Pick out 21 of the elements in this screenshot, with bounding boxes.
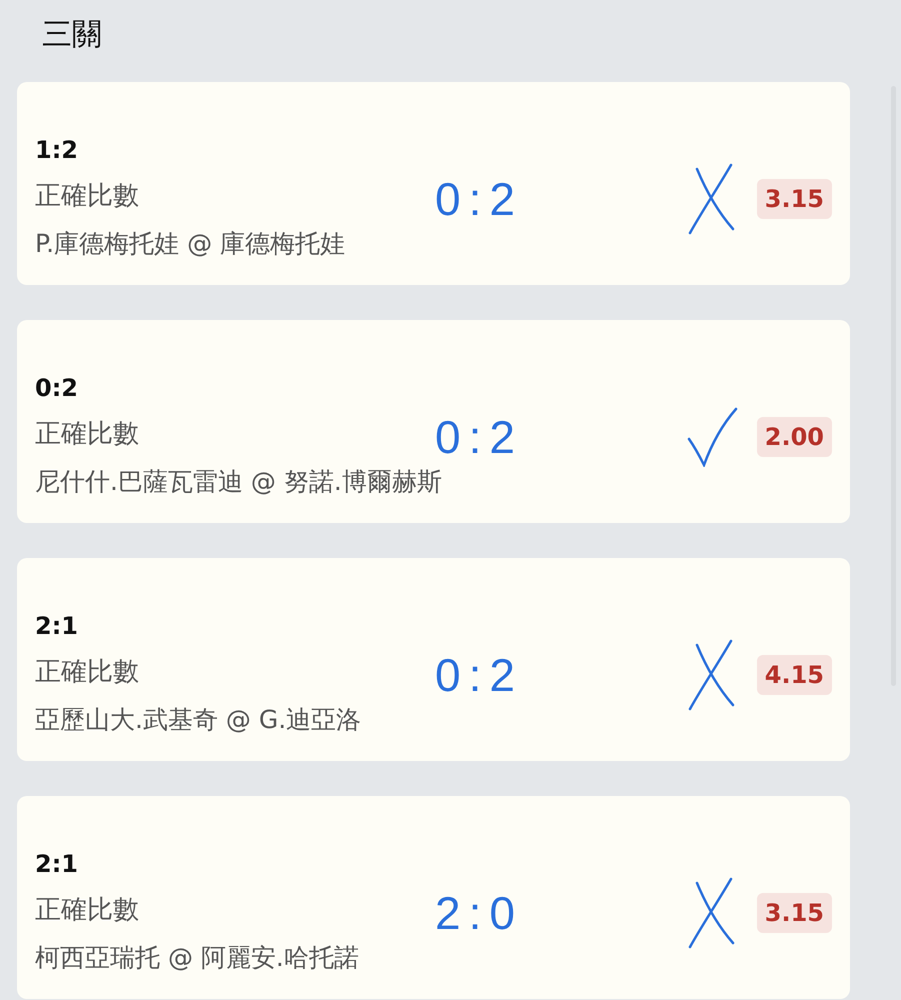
page-title: 三關 [41,16,103,54]
handwritten-note: 0:2 [435,172,523,226]
cross-mark-icon [687,876,737,948]
odds-badge: 4.15 [756,654,832,694]
handwritten-note: 0:2 [435,410,523,464]
score-text: 2:1 [35,612,79,640]
check-mark-icon [686,406,738,466]
handwritten-note: 2:0 [435,886,523,940]
match-text: P.庫德梅托娃 @ 庫德梅托娃 [35,228,346,260]
score-text: 0:2 [35,374,79,402]
cross-mark-icon [687,162,737,234]
match-text: 柯西亞瑞托 @ 阿麗安.哈托諾 [35,942,360,974]
handwritten-note: 0:2 [435,648,523,702]
odds-badge: 3.15 [756,892,832,932]
score-text: 1:2 [35,136,79,164]
cross-mark-icon [687,638,737,710]
odds-badge: 3.15 [756,178,832,218]
odds-badge: 2.00 [756,416,832,456]
match-text: 尼什什.巴薩瓦雷迪 @ 努諾.博爾赫斯 [35,466,443,498]
score-text: 2:1 [35,850,79,878]
match-text: 亞歷山大.武基奇 @ G.迪亞洛 [35,704,362,736]
